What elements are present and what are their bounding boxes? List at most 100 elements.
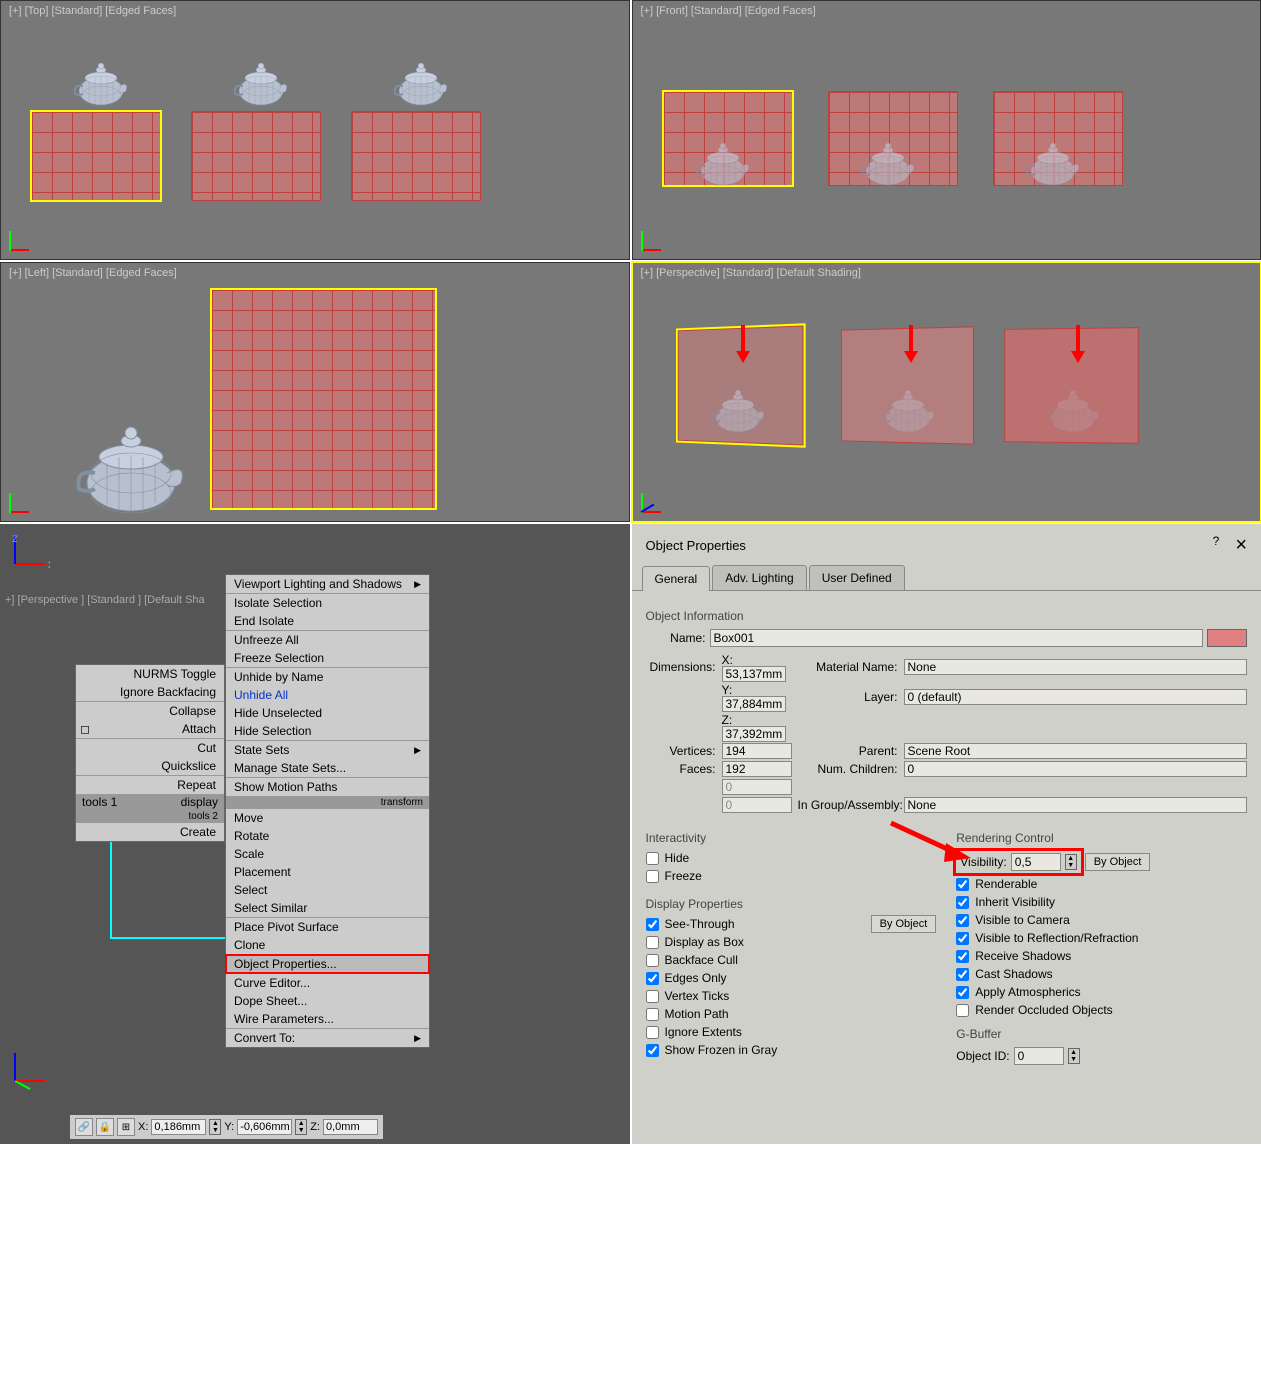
rendering-checkbox[interactable] bbox=[956, 1004, 969, 1017]
coord-y-spinner[interactable]: ▲▼ bbox=[295, 1119, 307, 1135]
menu-item[interactable]: Select bbox=[226, 881, 429, 899]
rendering-checkbox[interactable] bbox=[956, 878, 969, 891]
visibility-input[interactable] bbox=[1011, 853, 1061, 871]
menu-item[interactable]: Unhide by Name bbox=[226, 668, 429, 686]
name-input[interactable] bbox=[710, 629, 1204, 647]
menu-item[interactable]: End Isolate bbox=[226, 612, 429, 630]
menu-item[interactable]: Show Motion Paths bbox=[226, 778, 429, 796]
menu-item[interactable]: Unhide All bbox=[226, 686, 429, 704]
menu-item[interactable]: Wire Parameters... bbox=[226, 1010, 429, 1028]
menu-item[interactable]: Manage State Sets... bbox=[226, 759, 429, 777]
teapot-persp-2[interactable] bbox=[878, 383, 938, 433]
lock-icon[interactable]: 🔒 bbox=[96, 1118, 114, 1136]
display-checkbox[interactable] bbox=[646, 1026, 659, 1039]
tab-adv-lighting[interactable]: Adv. Lighting bbox=[712, 565, 807, 590]
tab-general[interactable]: General bbox=[642, 566, 711, 591]
menu-item[interactable]: Repeat bbox=[76, 776, 224, 794]
display-checkbox[interactable] bbox=[646, 936, 659, 949]
coord-z-input[interactable] bbox=[323, 1119, 378, 1135]
viewport-front[interactable]: [+] [Front] [Standard] [Edged Faces] bbox=[632, 0, 1261, 260]
viewport-perspective[interactable]: [+] [Perspective] [Standard] [Default Sh… bbox=[632, 262, 1261, 522]
menu-item[interactable]: Isolate Selection bbox=[226, 594, 429, 612]
rendering-checkbox[interactable] bbox=[956, 932, 969, 945]
menu-item[interactable]: NURMS Toggle bbox=[76, 665, 224, 683]
menu-item[interactable]: Freeze Selection bbox=[226, 649, 429, 667]
menu-item[interactable]: Hide Selection bbox=[226, 722, 429, 740]
viewport-front-label[interactable]: [+] [Front] [Standard] [Edged Faces] bbox=[641, 5, 816, 17]
viewport-top-label[interactable]: [+] [Top] [Standard] [Edged Faces] bbox=[9, 5, 176, 17]
coord-mode-icon[interactable]: ⊞ bbox=[117, 1118, 135, 1136]
rendering-checkbox[interactable] bbox=[956, 968, 969, 981]
menu-item[interactable]: Attach◻ bbox=[76, 720, 224, 738]
viewport-top[interactable]: [+] [Top] [Standard] [Edged Faces] bbox=[0, 0, 630, 260]
menu-item[interactable]: Place Pivot Surface bbox=[226, 918, 429, 936]
menu-item-create[interactable]: Create bbox=[76, 823, 224, 841]
display-checkbox[interactable] bbox=[646, 918, 659, 931]
context-menu-viewport[interactable]: xz +] [Perspective ] [Standard ] [Defaul… bbox=[0, 524, 630, 1144]
teapot-left[interactable] bbox=[71, 413, 191, 513]
coord-x-input[interactable] bbox=[151, 1119, 206, 1135]
menu-item[interactable]: Move bbox=[226, 809, 429, 827]
teapot-top-3[interactable] bbox=[391, 56, 451, 106]
verts-value: 194 bbox=[722, 743, 792, 759]
box-top-1[interactable] bbox=[31, 111, 161, 201]
object-id-spinner[interactable]: ▲▼ bbox=[1068, 1048, 1080, 1064]
teapot-persp-1[interactable] bbox=[708, 383, 768, 433]
rendering-checkbox[interactable] bbox=[956, 986, 969, 999]
menu-item[interactable]: Viewport Lighting and Shadows▶ bbox=[226, 575, 429, 593]
freeze-checkbox[interactable] bbox=[646, 870, 659, 883]
rendering-checkbox[interactable] bbox=[956, 914, 969, 927]
menu-item[interactable]: Convert To:▶ bbox=[226, 1029, 429, 1047]
teapot-top-1[interactable] bbox=[71, 56, 131, 106]
menu-item[interactable]: Collapse bbox=[76, 702, 224, 720]
rendering-checkbox[interactable] bbox=[956, 950, 969, 963]
viewport-persp-label[interactable]: [+] [Perspective] [Standard] [Default Sh… bbox=[641, 267, 861, 279]
tab-user-defined[interactable]: User Defined bbox=[809, 565, 905, 590]
coord-y-input[interactable] bbox=[237, 1119, 292, 1135]
display-checkbox[interactable] bbox=[646, 954, 659, 967]
hide-checkbox[interactable] bbox=[646, 852, 659, 865]
menu-item[interactable]: Ignore Backfacing bbox=[76, 683, 224, 701]
viewport-left-label[interactable]: [+] [Left] [Standard] [Edged Faces] bbox=[9, 267, 177, 279]
teapot-persp-3[interactable] bbox=[1043, 383, 1103, 433]
menu-item[interactable]: Select Similar bbox=[226, 899, 429, 917]
menu-item[interactable]: Rotate bbox=[226, 827, 429, 845]
menu-item[interactable]: Clone bbox=[226, 936, 429, 954]
color-swatch[interactable] bbox=[1207, 629, 1247, 647]
menu-item[interactable]: Curve Editor... bbox=[226, 974, 429, 992]
close-button[interactable]: × bbox=[1235, 534, 1247, 557]
display-checkbox[interactable] bbox=[646, 1008, 659, 1021]
display-checkbox[interactable] bbox=[646, 972, 659, 985]
teapot-front-1[interactable] bbox=[693, 136, 753, 186]
menu-item[interactable]: Placement bbox=[226, 863, 429, 881]
menu-item[interactable]: Cut bbox=[76, 739, 224, 757]
viewport-left[interactable]: [+] [Left] [Standard] [Edged Faces] bbox=[0, 262, 630, 522]
menu-item[interactable]: Hide Unselected bbox=[226, 704, 429, 722]
quad-menu-right[interactable]: Viewport Lighting and Shadows▶Isolate Se… bbox=[225, 574, 430, 1048]
teapot-top-2[interactable] bbox=[231, 56, 291, 106]
coord-x-spinner[interactable]: ▲▼ bbox=[209, 1119, 221, 1135]
coord-z-label: Z: bbox=[310, 1121, 320, 1133]
object-id-input[interactable] bbox=[1014, 1047, 1064, 1065]
display-checkbox[interactable] bbox=[646, 990, 659, 1003]
teapot-front-2[interactable] bbox=[858, 136, 918, 186]
box-left-1[interactable] bbox=[211, 289, 436, 509]
menu-item[interactable]: Dope Sheet... bbox=[226, 992, 429, 1010]
rendering-checkbox[interactable] bbox=[956, 896, 969, 909]
menu-footer-transform: transform bbox=[226, 796, 429, 809]
visibility-spinner[interactable]: ▲▼ bbox=[1065, 854, 1077, 870]
rendering-by-object-button[interactable]: By Object bbox=[1085, 853, 1151, 871]
display-by-object-button[interactable]: By Object bbox=[871, 915, 937, 933]
display-checkbox[interactable] bbox=[646, 1044, 659, 1057]
help-button[interactable]: ? bbox=[1213, 534, 1220, 557]
teapot-front-3[interactable] bbox=[1023, 136, 1083, 186]
menu-item[interactable]: Unfreeze All bbox=[226, 631, 429, 649]
box-top-2[interactable] bbox=[191, 111, 321, 201]
menu-item-object-properties[interactable]: Object Properties... bbox=[226, 955, 429, 973]
link-icon[interactable]: 🔗 bbox=[75, 1118, 93, 1136]
quad-menu-left[interactable]: NURMS ToggleIgnore BackfacingCollapseAtt… bbox=[75, 664, 225, 842]
menu-item[interactable]: Quickslice bbox=[76, 757, 224, 775]
menu-item[interactable]: State Sets▶ bbox=[226, 741, 429, 759]
menu-item[interactable]: Scale bbox=[226, 845, 429, 863]
box-top-3[interactable] bbox=[351, 111, 481, 201]
